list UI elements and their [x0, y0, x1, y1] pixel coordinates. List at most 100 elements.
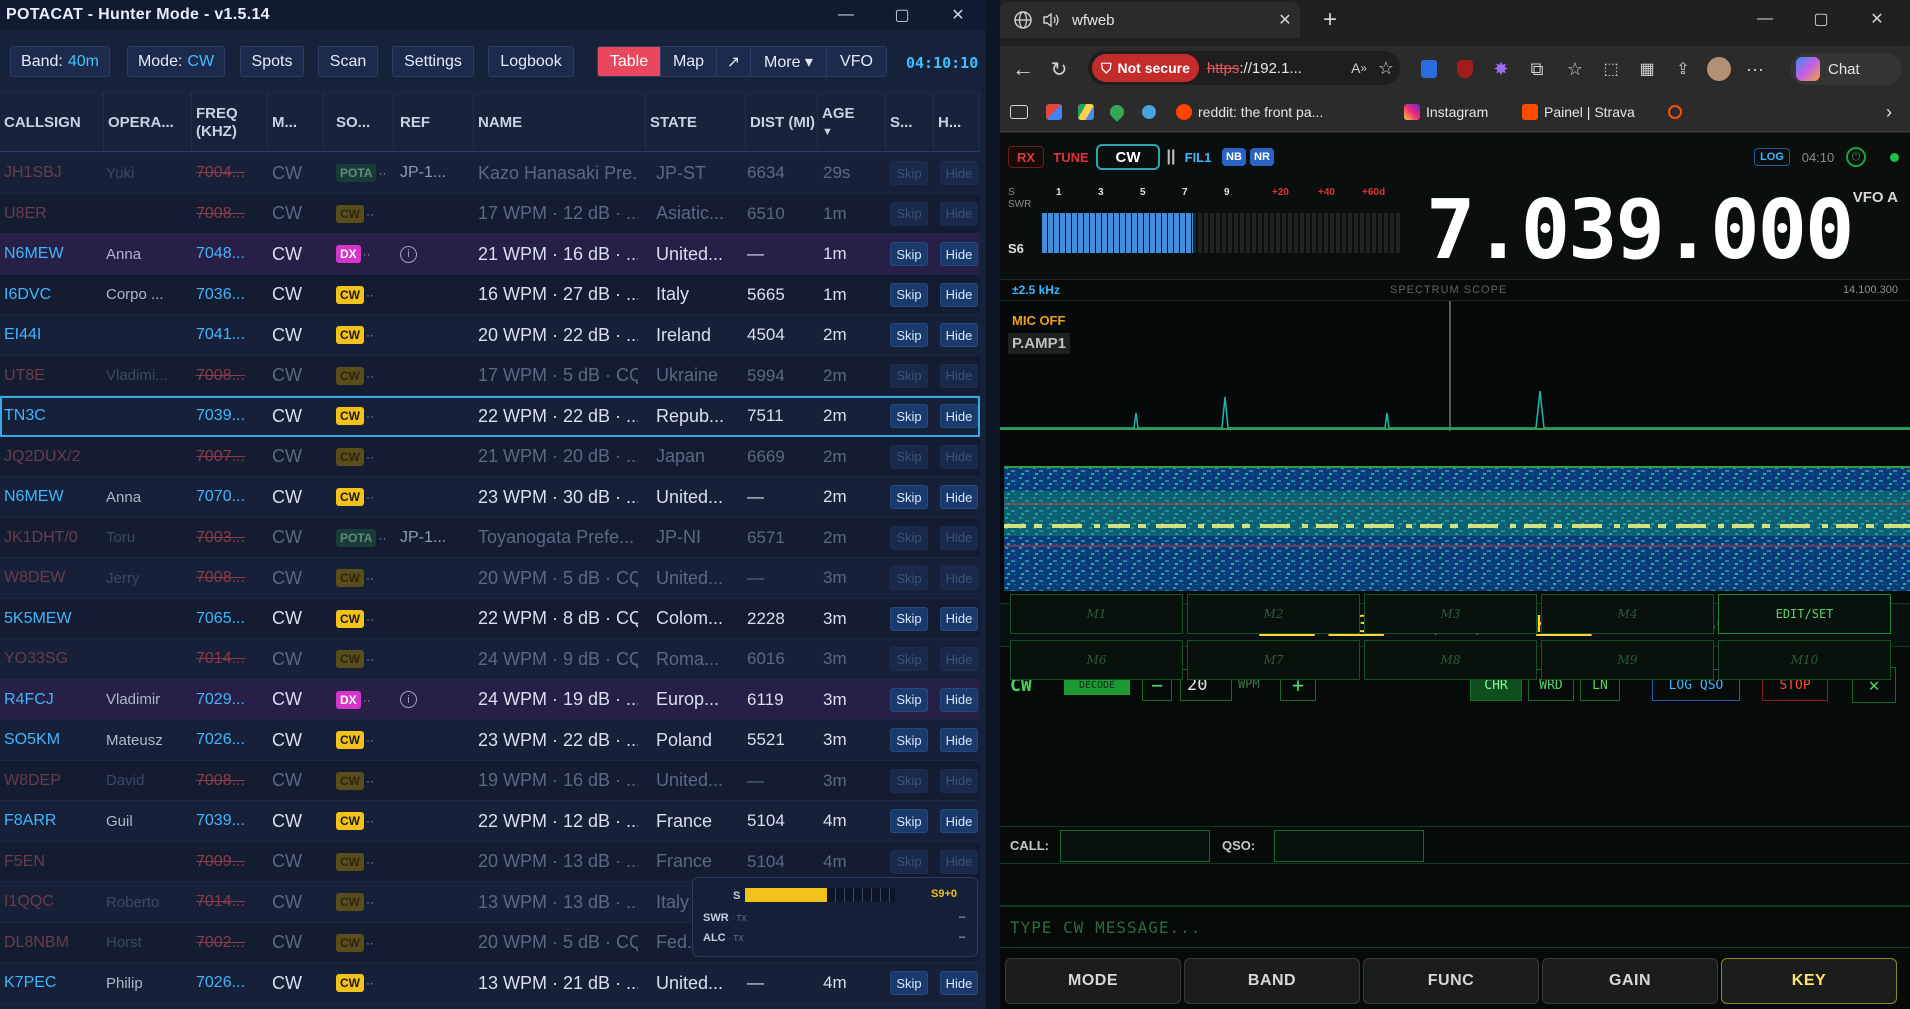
frequency-cell[interactable]: 7008...: [196, 356, 268, 396]
callsign-cell[interactable]: SO5KM: [4, 720, 104, 760]
vfo-label[interactable]: VFO A: [1853, 189, 1898, 206]
column-header-5[interactable]: REF: [396, 93, 474, 153]
column-header-4[interactable]: SO...: [332, 93, 394, 153]
column-header-3[interactable]: M...: [268, 93, 324, 153]
hide-button[interactable]: Hide: [940, 444, 978, 469]
chevron-right-icon[interactable]: ›: [1886, 102, 1892, 122]
hide-button[interactable]: Hide: [940, 566, 978, 590]
speaker-icon[interactable]: [1038, 10, 1064, 30]
callsign-cell[interactable]: DL8NBM: [4, 923, 104, 963]
not-secure-badge[interactable]: ⛉ Not secure: [1092, 54, 1199, 82]
skip-button[interactable]: Skip: [890, 687, 928, 712]
hide-button[interactable]: Hide: [940, 485, 978, 509]
frequency-cell[interactable]: 7065...: [196, 599, 268, 639]
power-icon[interactable]: ⏻: [1846, 147, 1866, 167]
spectrum-scope[interactable]: MIC OFF P.AMP1: [1000, 301, 1910, 431]
frequency-cell[interactable]: 7008...: [196, 761, 268, 801]
hide-button[interactable]: Hide: [940, 363, 978, 388]
callsign-cell[interactable]: N6MEW: [4, 234, 104, 274]
gear-extension-icon[interactable]: ✸: [1488, 56, 1514, 82]
favorite-star-icon[interactable]: ☆: [1372, 58, 1400, 79]
column-header-7[interactable]: STATE: [646, 93, 746, 153]
map-view-tab[interactable]: Map: [661, 47, 717, 76]
maximize-button[interactable]: ▢: [874, 0, 930, 30]
hide-button[interactable]: Hide: [940, 282, 978, 307]
frequency-cell[interactable]: 7026...: [196, 720, 268, 760]
table-row[interactable]: W8DEW Jerry 7008... CW CW ·· 20 WPM · 5 dB · C…: [0, 558, 980, 599]
frequency-cell[interactable]: 7014...: [196, 882, 268, 922]
frequency-cell[interactable]: 7007...: [196, 437, 268, 477]
skip-button[interactable]: Skip: [890, 485, 928, 509]
url-box[interactable]: ⛉ Not secure https://192.1... A» ☆: [1088, 51, 1400, 85]
column-header-2[interactable]: FREQ (KHZ): [192, 93, 268, 153]
band-selector[interactable]: Band: 40m: [10, 46, 110, 77]
location-icon[interactable]: [1142, 102, 1162, 122]
close-tab-icon[interactable]: ✕: [1270, 10, 1300, 30]
callsign-cell[interactable]: JH1SBJ: [4, 153, 104, 193]
filter-button[interactable]: FIL1: [1182, 146, 1214, 168]
new-tab-icon[interactable]: +: [1316, 6, 1344, 34]
table-row[interactable]: W8DEP David 7008... CW CW ·· 19 WPM · 16 dB · …: [0, 760, 980, 801]
vfo-tab[interactable]: VFO: [827, 47, 886, 76]
table-row[interactable]: YO33SG 7014... CW CW ·· 24 WPM · 9 dB · CQ Rom…: [0, 639, 980, 680]
skip-button[interactable]: Skip: [890, 363, 928, 388]
frequency-cell[interactable]: 7009...: [196, 842, 268, 882]
avatar[interactable]: [1706, 56, 1732, 82]
hide-button[interactable]: Hide: [940, 687, 978, 712]
bookmark-strava[interactable]: Painel | Strava: [1522, 102, 1635, 122]
gmail-icon[interactable]: [1046, 102, 1068, 122]
hide-button[interactable]: Hide: [940, 647, 978, 671]
call-input[interactable]: [1060, 830, 1210, 862]
table-row[interactable]: UT8E Vladimi... 7008... CW CW ·· 17 WPM · 5 dB…: [0, 355, 980, 396]
table-row[interactable]: N6MEW Anna 7070... CW CW ·· 23 WPM · 30 dB · .…: [0, 477, 980, 518]
tab-mode[interactable]: MODE: [1005, 958, 1181, 1004]
tab-key[interactable]: KEY: [1721, 958, 1897, 1004]
skip-button[interactable]: Skip: [890, 728, 928, 752]
callsign-cell[interactable]: F8ARR: [4, 801, 104, 841]
bookmark-folder-icon[interactable]: [1010, 102, 1034, 122]
close-window-icon[interactable]: ✕: [1852, 4, 1902, 34]
log-button[interactable]: LOG: [1754, 148, 1790, 166]
skip-button[interactable]: Skip: [890, 809, 928, 833]
callsign-cell[interactable]: K7PEC: [4, 963, 104, 1003]
bookmark-reddit[interactable]: reddit: the front pa...: [1176, 102, 1323, 122]
frequency-cell[interactable]: 7026...: [196, 963, 268, 1003]
tab-func[interactable]: FUNC: [1363, 958, 1539, 1004]
skip-button[interactable]: Skip: [890, 444, 928, 469]
edit-set-button[interactable]: EDIT/SET: [1718, 594, 1891, 634]
frequency-display[interactable]: 7.039.000: [1426, 187, 1854, 275]
frequency-cell[interactable]: 7014...: [196, 639, 268, 679]
column-header-10[interactable]: S...: [886, 93, 934, 153]
hide-button[interactable]: Hide: [940, 728, 978, 752]
scope-span[interactable]: ±2.5 kHz: [1012, 283, 1060, 297]
callsign-cell[interactable]: TN3C: [4, 396, 104, 436]
frequency-cell[interactable]: 7039...: [196, 396, 268, 436]
column-header-6[interactable]: NAME: [474, 93, 646, 153]
table-row[interactable]: K7PEC Philip 7026... CW CW ·· 13 WPM · 21 dB ·…: [0, 963, 980, 1004]
callsign-cell[interactable]: U8ER: [4, 194, 104, 234]
skip-button[interactable]: Skip: [890, 161, 928, 185]
hide-button[interactable]: Hide: [940, 161, 978, 185]
callsign-cell[interactable]: I1QQC: [4, 882, 104, 922]
callsign-cell[interactable]: W8DEW: [4, 558, 104, 598]
nr-button[interactable]: NR: [1250, 148, 1274, 166]
memory-button[interactable]: M9: [1541, 640, 1714, 680]
hide-button[interactable]: Hide: [940, 404, 978, 428]
mode-selector[interactable]: Mode: CW: [127, 46, 225, 77]
skip-button[interactable]: Skip: [890, 971, 928, 995]
scan-button[interactable]: Scan: [318, 46, 378, 77]
table-row[interactable]: N6MEW Anna 7048... CW DX ·· i 21 WPM · 16 dB · …: [0, 234, 980, 275]
memory-button[interactable]: M2: [1187, 594, 1360, 634]
skip-button[interactable]: Skip: [890, 606, 928, 631]
table-row[interactable]: F8ARR Guil 7039... CW CW ·· 22 WPM · 12 dB · .…: [0, 801, 980, 842]
table-row[interactable]: TN3C 7039... CW CW ·· 22 WPM · 22 dB · ... Rep…: [0, 396, 980, 437]
hide-button[interactable]: Hide: [940, 525, 978, 550]
table-row[interactable]: JK1DHT/0 Toru 7003... CW POTA ·· JP-1... Toyano…: [0, 517, 980, 558]
callsign-cell[interactable]: UT8E: [4, 356, 104, 396]
frequency-cell[interactable]: 7002...: [196, 923, 268, 963]
hide-button[interactable]: Hide: [940, 606, 978, 631]
screenshot-icon[interactable]: ⬚: [1598, 56, 1624, 82]
favorites-icon[interactable]: ☆: [1562, 56, 1588, 82]
memory-button[interactable]: M8: [1364, 640, 1537, 680]
mode-cw-button[interactable]: CW: [1096, 144, 1160, 170]
